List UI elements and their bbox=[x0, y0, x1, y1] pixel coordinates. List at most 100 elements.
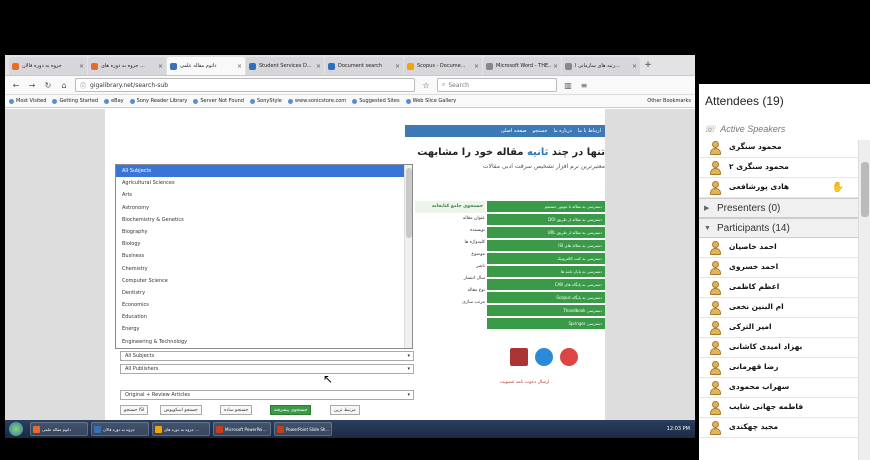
browser-tab[interactable]: Student Services D... × bbox=[246, 57, 324, 75]
browser-tab[interactable]: جزوه به دوره فالان × bbox=[9, 57, 87, 75]
site-nav-item[interactable]: جستجو bbox=[533, 128, 548, 134]
subject-option[interactable]: Education bbox=[116, 311, 412, 323]
subject-option[interactable]: All Subjects bbox=[116, 165, 412, 178]
new-tab-icon[interactable]: + bbox=[641, 57, 655, 75]
menu-icon[interactable]: ≡ bbox=[579, 81, 589, 90]
attendee-row[interactable]: رضا قهرمانی bbox=[699, 358, 858, 378]
other-bookmarks[interactable]: Other Bookmarks bbox=[647, 98, 691, 104]
site-nav-item[interactable]: ارتباط با ما bbox=[578, 128, 601, 134]
attendee-row[interactable]: محمود سنگری ۲ bbox=[699, 158, 858, 178]
attendee-row[interactable]: احمد خاصیان bbox=[699, 238, 858, 258]
site-nav-item[interactable]: درباره ما bbox=[553, 128, 571, 134]
subject-option[interactable]: Chemistry bbox=[116, 263, 412, 275]
subject-dropdown-list[interactable]: All Subjects Agricultural Sciences Arts Ast… bbox=[115, 164, 413, 349]
bookmark-star-icon[interactable]: ☆ bbox=[421, 81, 431, 90]
close-icon[interactable]: × bbox=[237, 63, 242, 70]
dropdown-scrollbar[interactable] bbox=[404, 165, 412, 348]
subject-option[interactable]: Arts bbox=[116, 189, 412, 201]
attendee-row[interactable]: هادی پورشافعی ✋ bbox=[699, 178, 858, 198]
taskbar-item[interactable]: جزوه به دوره فالان bbox=[91, 422, 149, 436]
attendee-row[interactable]: بهزاد امیدی کاشانی bbox=[699, 338, 858, 358]
advanced-search-button[interactable]: جستجوی پیشرفته bbox=[270, 405, 312, 415]
right-menu-item[interactable]: دسترسی Springer bbox=[487, 318, 605, 329]
subject-option[interactable]: Economics bbox=[116, 299, 412, 311]
right-menu-item[interactable]: دسترسی به مقاله با موتور جستجو bbox=[487, 201, 605, 212]
right-menu-item[interactable]: دسترسی به پایان نامه ها bbox=[487, 266, 605, 277]
attendee-row[interactable]: فاطمه جهانی شایب bbox=[699, 398, 858, 418]
browser-tab[interactable]: جزوه به دوره های ... × bbox=[88, 57, 166, 75]
reload-icon[interactable]: ↻ bbox=[43, 81, 53, 90]
attendee-row[interactable]: احمد خسروی bbox=[699, 258, 858, 278]
subjects-select[interactable]: All Subjects ▾ bbox=[120, 351, 414, 361]
bookmark-item[interactable]: Suggested Sites bbox=[352, 98, 400, 104]
bookmark-item[interactable]: Getting Started bbox=[52, 98, 98, 104]
right-menu-item[interactable]: دسترسی به پایگاه Scopus bbox=[487, 292, 605, 303]
browser-tab[interactable]: Document search × bbox=[325, 57, 403, 75]
presenters-header[interactable]: ▶ Presenters (0) bbox=[699, 198, 858, 218]
subject-option[interactable]: Agricultural Sciences bbox=[116, 177, 412, 189]
invite-label[interactable]: ارسال دعوت نامه عضویت bbox=[500, 380, 549, 385]
bookmark-item[interactable]: www.sonicstore.com bbox=[287, 98, 346, 104]
attendee-row[interactable]: اعظم کاظمی bbox=[699, 278, 858, 298]
subject-option[interactable]: Astronomy bbox=[116, 202, 412, 214]
attendee-row[interactable]: سهراب محمودی bbox=[699, 378, 858, 398]
bookmark-item[interactable]: Most Visited bbox=[9, 98, 46, 104]
site-nav-item[interactable]: صفحه اصلی bbox=[501, 128, 527, 134]
right-menu-item[interactable]: دسترسی Thandbook bbox=[487, 305, 605, 316]
taskbar-item[interactable]: Microsoft PowerPoi... bbox=[213, 422, 271, 436]
forward-icon[interactable]: → bbox=[27, 81, 37, 90]
browser-tab[interactable]: رتبه های سازمانی ا... × bbox=[562, 57, 640, 75]
taskbar-item[interactable]: جزوه به دوره های ... bbox=[152, 422, 210, 436]
article-type-select[interactable]: Original + Review Articles ▾ bbox=[120, 390, 414, 400]
sort-select[interactable]: مرتبط ترین bbox=[330, 405, 360, 415]
bookmark-item[interactable]: eBay bbox=[104, 98, 124, 104]
attendee-row[interactable]: امیر الترکی bbox=[699, 318, 858, 338]
home-icon[interactable]: ⌂ bbox=[59, 81, 69, 90]
bookmark-item[interactable]: SonyStyle bbox=[249, 98, 282, 104]
close-icon[interactable]: × bbox=[316, 63, 321, 70]
subject-option[interactable]: Business bbox=[116, 250, 412, 262]
right-menu-item[interactable]: دسترسی به کتب الکترونیک bbox=[487, 253, 605, 264]
participants-header[interactable]: ▼ Participants (14) bbox=[699, 218, 858, 238]
right-menu-item[interactable]: دسترسی به مقاله از طریق URL bbox=[487, 227, 605, 238]
back-icon[interactable]: ← bbox=[11, 81, 21, 90]
url-bar[interactable]: ⓘ gigalibrary.net/search-sub bbox=[75, 78, 415, 92]
start-button[interactable] bbox=[9, 422, 23, 436]
taskbar-item[interactable]: PowerPoint Slide Sh... bbox=[274, 422, 332, 436]
attendee-row[interactable]: محمود سنگری bbox=[699, 138, 858, 158]
right-menu-item[interactable]: دسترسی به مقاله های ISI bbox=[487, 240, 605, 251]
subject-option[interactable]: Dentistry bbox=[116, 287, 412, 299]
subject-option[interactable]: Energy bbox=[116, 323, 412, 335]
attendees-scroll-thumb[interactable] bbox=[861, 162, 869, 217]
subject-option[interactable]: Biochemistry & Genetics bbox=[116, 214, 412, 226]
attendees-scrollbar[interactable] bbox=[858, 140, 870, 460]
attendee-row[interactable]: مجید چهکندی bbox=[699, 418, 858, 438]
search-bar[interactable]: ⌕ Search bbox=[437, 78, 557, 92]
publishers-select[interactable]: All Publishers ▾ bbox=[120, 364, 414, 374]
attendee-row[interactable]: ام البنین نخعی bbox=[699, 298, 858, 318]
right-menu-item[interactable]: دسترسی به مقاله از طریق DOI bbox=[487, 214, 605, 225]
isi-search-link[interactable]: جستجو ISI bbox=[120, 405, 149, 415]
simple-search-link[interactable]: جستجو ساده bbox=[220, 405, 253, 415]
subject-option[interactable]: Engineering & Technology bbox=[116, 336, 412, 348]
subject-option[interactable]: Computer Science bbox=[116, 275, 412, 287]
close-icon[interactable]: × bbox=[474, 63, 479, 70]
bookmark-item[interactable]: Sony Reader Library bbox=[129, 98, 187, 104]
close-icon[interactable]: × bbox=[158, 63, 163, 70]
close-icon[interactable]: × bbox=[553, 63, 558, 70]
scopus-search-link[interactable]: جستجو اسکوپوس bbox=[160, 405, 202, 415]
right-menu-item[interactable]: دسترسی به پایگاه های CAB bbox=[487, 279, 605, 290]
bookmark-item[interactable]: Web Slice Gallery bbox=[405, 98, 456, 104]
subject-option[interactable]: Biology bbox=[116, 238, 412, 250]
dropdown-scroll-thumb[interactable] bbox=[406, 168, 412, 238]
close-icon[interactable]: × bbox=[632, 63, 637, 70]
bookmark-item[interactable]: Server Not Found bbox=[193, 98, 244, 104]
close-icon[interactable]: × bbox=[395, 63, 400, 70]
browser-tab[interactable]: Microsoft Word - THE... × bbox=[483, 57, 561, 75]
browser-tab[interactable]: داتوم مقاله علمی × bbox=[167, 57, 245, 75]
taskbar-item[interactable]: داتوم مقاله علمی bbox=[30, 422, 88, 436]
subject-option[interactable]: Biography bbox=[116, 226, 412, 238]
browser-tab[interactable]: Scopus - Docume... × bbox=[404, 57, 482, 75]
close-icon[interactable]: × bbox=[79, 63, 84, 70]
library-icon[interactable]: ▥ bbox=[563, 81, 573, 90]
